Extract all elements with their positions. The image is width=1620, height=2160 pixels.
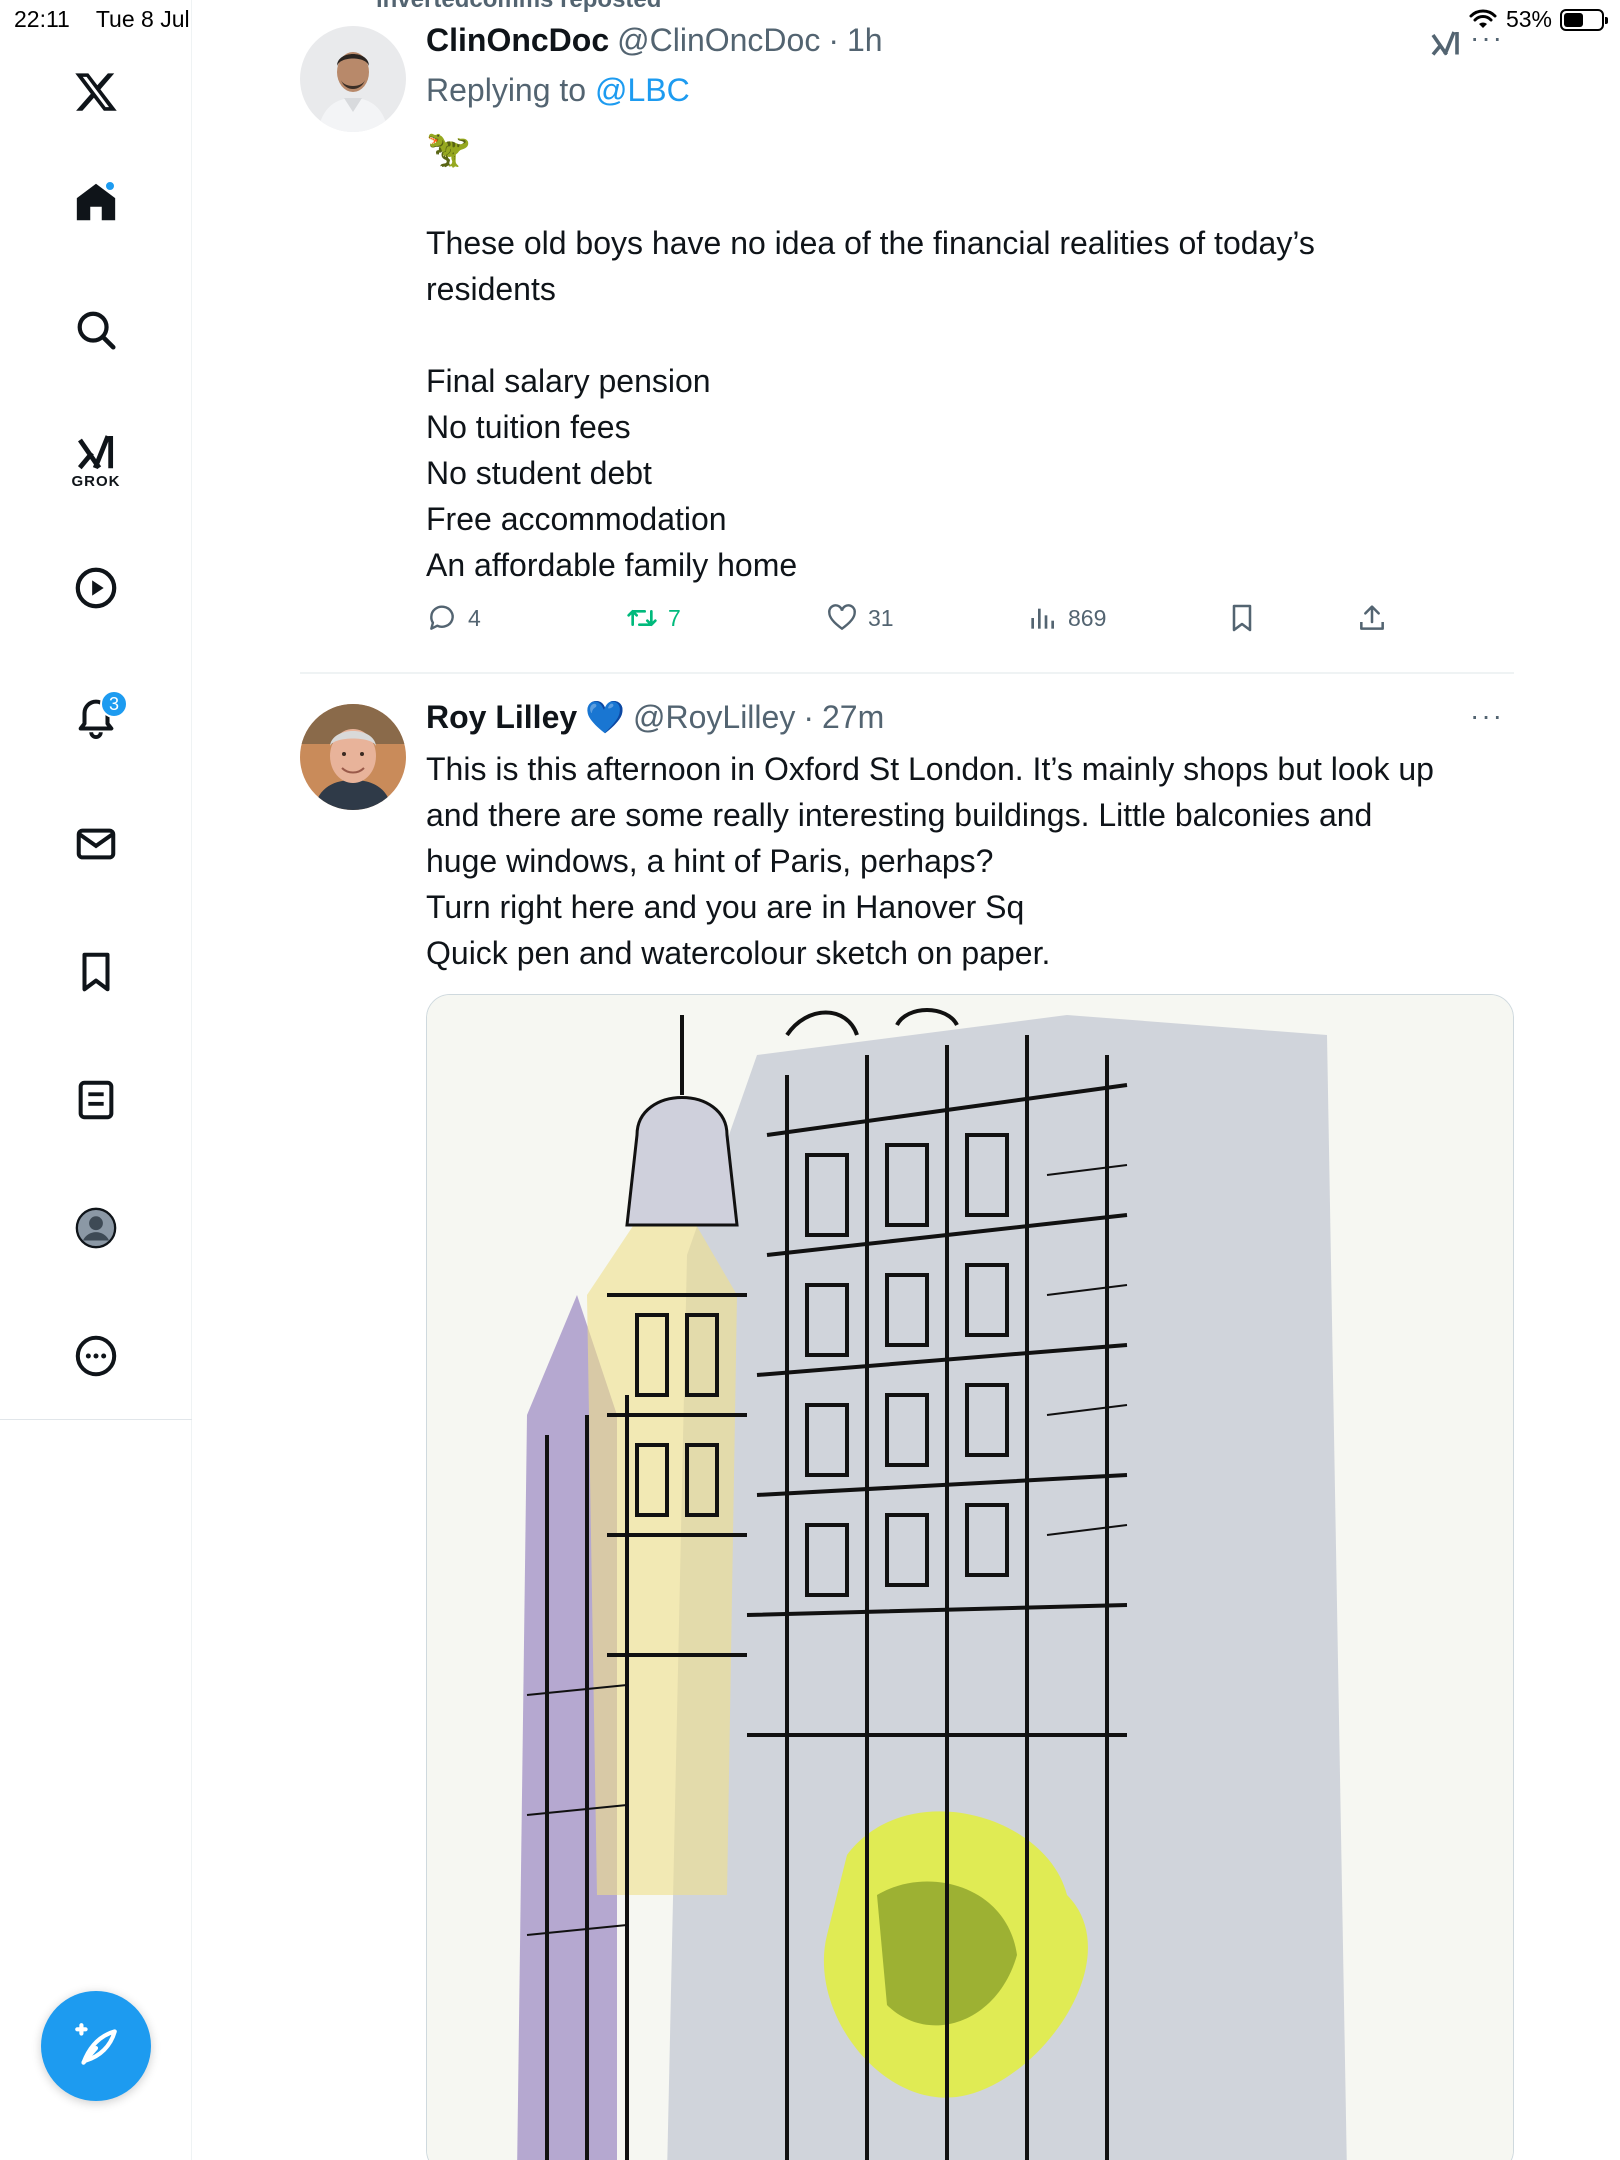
compose-button[interactable] — [41, 1991, 151, 2101]
reply-icon — [430, 605, 454, 630]
sidebar-item-home[interactable] — [66, 172, 126, 232]
tweet-list: Final salary pension No tuition fees No … — [426, 358, 797, 588]
sketch-illustration — [427, 995, 1513, 2160]
emoji: 🦖 — [426, 128, 471, 169]
timestamp[interactable]: 27m — [822, 699, 884, 736]
replying-prefix: Replying to — [426, 72, 587, 108]
tweet[interactable]: Roy Lilley 💙 @RoyLilley · 27m ··· This i… — [300, 674, 1514, 2160]
sidebar-item-search[interactable] — [66, 300, 126, 360]
views-icon — [1031, 608, 1054, 629]
grok-icon — [77, 434, 114, 469]
watercolour-sketch-image[interactable] — [426, 994, 1514, 2160]
tweet-line: Final salary pension — [426, 363, 711, 399]
grok-label: GROK — [71, 472, 121, 490]
tweet-line: This is this afternoon in Oxford St Lond… — [426, 751, 1434, 787]
handle[interactable]: @ClinOncDoc — [617, 22, 820, 59]
tweet-header: Roy Lilley 💙 @RoyLilley · 27m — [426, 698, 884, 736]
notifications-badge: 3 — [100, 690, 128, 718]
like-button[interactable]: 31 — [826, 602, 894, 634]
grok-icon[interactable] — [1425, 26, 1465, 62]
avatar[interactable] — [300, 704, 406, 810]
profile-icon — [75, 1207, 117, 1249]
sidebar-item-bookmarks[interactable] — [66, 942, 126, 1002]
list-icon — [78, 1080, 114, 1120]
tweet-line: No tuition fees — [426, 409, 631, 445]
more-options-icon[interactable]: ··· — [1470, 22, 1504, 54]
repost-button[interactable]: 7 — [626, 602, 681, 634]
repost-count: 7 — [668, 604, 681, 631]
sidebar-item-profile[interactable] — [66, 1198, 126, 1258]
mail-icon — [76, 828, 116, 860]
tweet-line: Turn right here and you are in Hanover S… — [426, 889, 1025, 925]
reply-count: 4 — [468, 604, 481, 631]
tweet-line: and there are some really interesting bu… — [426, 797, 1373, 833]
sidebar-item-notifications[interactable]: 3 — [66, 686, 128, 746]
tweet-line: No student debt — [426, 455, 652, 491]
verified-heart-emoji: 💙 — [585, 699, 625, 735]
bookmark-button[interactable] — [1226, 602, 1258, 634]
sidebar-divider — [0, 1419, 192, 1420]
more-options-icon[interactable]: ··· — [1470, 700, 1504, 732]
display-name[interactable]: ClinOncDoc — [426, 22, 609, 59]
avatar[interactable] — [300, 26, 406, 132]
repost-indicator: invertedcomms reposted — [376, 0, 661, 14]
home-notification-dot — [104, 180, 116, 192]
replying-to: Replying to @LBC — [426, 72, 690, 109]
tweet-line: Free accommodation — [426, 501, 727, 537]
more-icon — [75, 1335, 117, 1377]
sidebar-item-more[interactable] — [66, 1326, 126, 1386]
compose-icon — [75, 2023, 117, 2065]
sidebar-item-grok[interactable]: GROK — [66, 420, 126, 500]
handle[interactable]: @RoyLilley — [633, 699, 795, 736]
tweet-line: Quick pen and watercolour sketch on pape… — [426, 935, 1051, 971]
repost-label: invertedcomms reposted — [376, 0, 661, 13]
tweet-header: ClinOncDoc @ClinOncDoc · 1h — [426, 22, 883, 59]
heart-icon — [828, 604, 856, 631]
timestamp[interactable]: 1h — [847, 22, 883, 59]
tweet-text: These old boys have no idea of the finan… — [426, 220, 1315, 312]
play-icon — [75, 567, 117, 609]
tweet-text: This is this afternoon in Oxford St Lond… — [426, 746, 1434, 976]
tweet-line: An affordable family home — [426, 547, 798, 583]
share-button[interactable] — [1356, 602, 1388, 634]
reply-button[interactable]: 4 — [426, 602, 481, 634]
battery-icon — [1560, 8, 1608, 31]
views-button[interactable]: 869 — [1026, 602, 1106, 634]
separator: · — [803, 698, 814, 735]
tweet-line: residents — [426, 271, 556, 307]
repost-icon — [627, 610, 657, 626]
tweet-line: These old boys have no idea of the finan… — [426, 225, 1315, 261]
search-icon — [77, 311, 116, 350]
tweet-line: huge windows, a hint of Paris, perhaps? — [426, 843, 994, 879]
tweet-actions: 4 7 31 869 — [426, 602, 1426, 646]
sidebar: GROK 3 — [0, 0, 192, 2160]
x-logo-icon[interactable] — [66, 62, 126, 122]
sidebar-item-lists[interactable] — [66, 1070, 126, 1130]
separator: · — [828, 22, 839, 58]
bookmark-icon — [1232, 604, 1252, 632]
sidebar-item-messages[interactable] — [66, 814, 126, 874]
tweet[interactable]: invertedcomms reposted ClinOncDoc @ClinO… — [300, 0, 1514, 674]
replying-to-link[interactable]: @LBC — [595, 72, 690, 108]
view-count: 869 — [1068, 604, 1107, 631]
like-count: 31 — [868, 604, 894, 631]
share-icon — [1360, 605, 1384, 630]
sidebar-item-video[interactable] — [66, 558, 126, 618]
display-name[interactable]: Roy Lilley — [426, 699, 577, 736]
bookmark-icon — [82, 952, 110, 992]
